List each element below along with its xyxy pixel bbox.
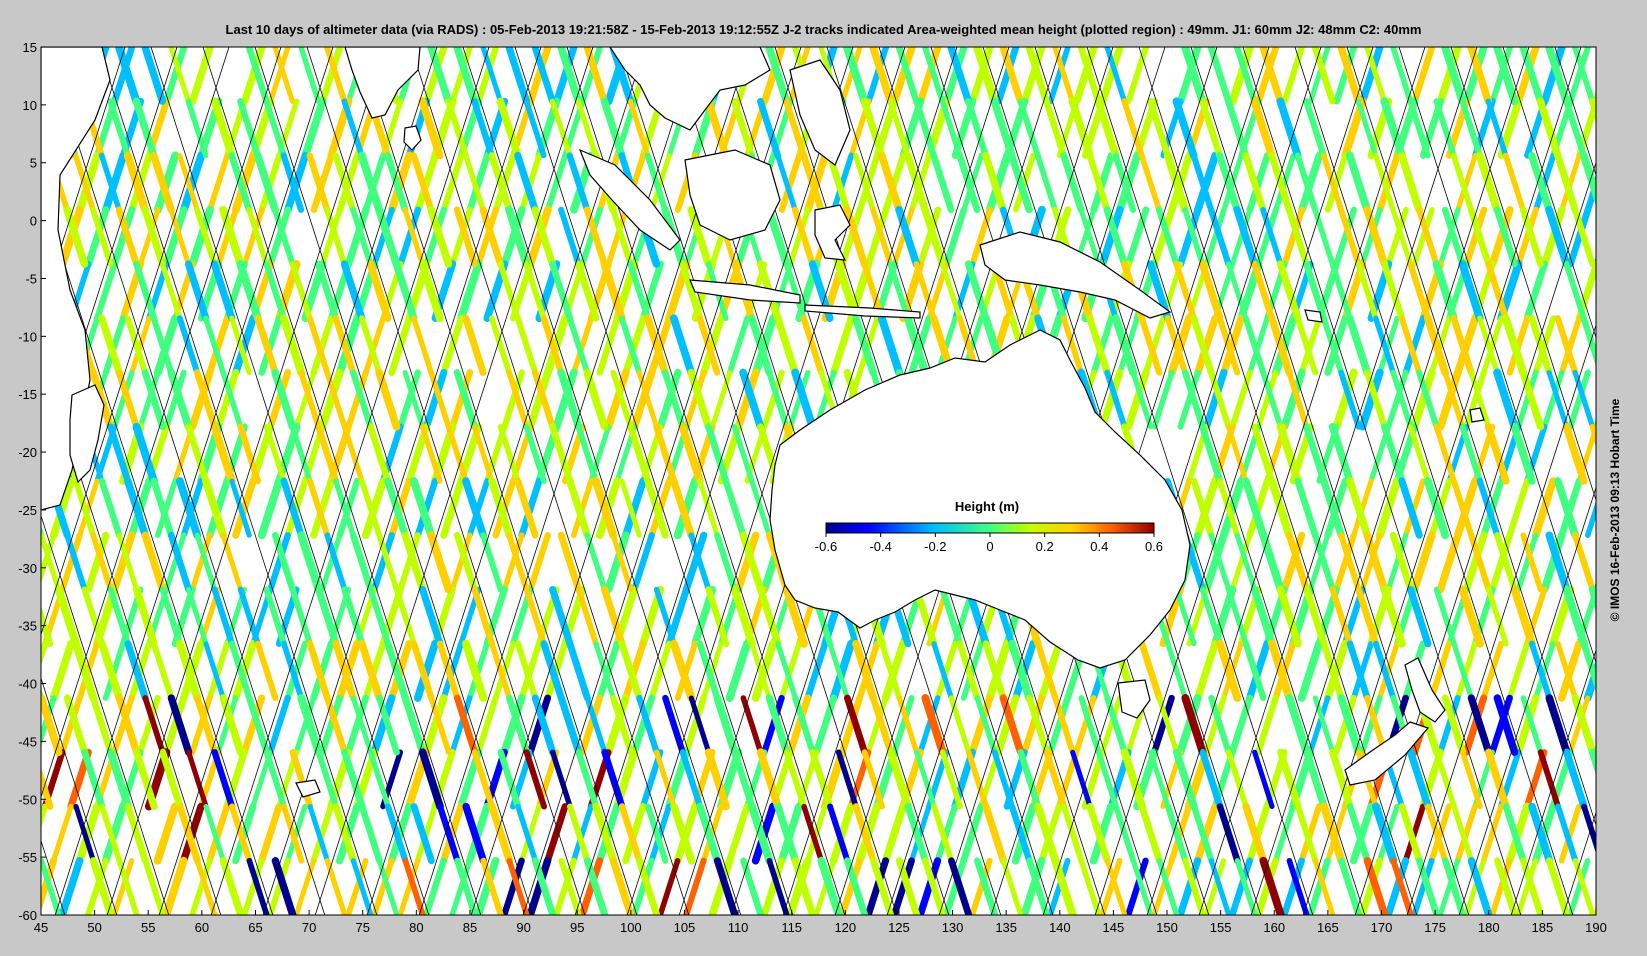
y-tick-label: 0 bbox=[30, 214, 37, 229]
x-tick-label: 135 bbox=[995, 920, 1017, 935]
y-tick-label: -5 bbox=[25, 271, 37, 286]
x-tick-label: 100 bbox=[620, 920, 642, 935]
x-tick-label: 130 bbox=[942, 920, 964, 935]
y-tick-label: -60 bbox=[18, 908, 37, 923]
x-tick-label: 80 bbox=[409, 920, 423, 935]
y-tick-label: -50 bbox=[18, 792, 37, 807]
x-tick-label: 170 bbox=[1371, 920, 1393, 935]
colorbar-tick-label: 0 bbox=[986, 539, 993, 554]
colorbar-tick-label: -0.2 bbox=[924, 539, 946, 554]
y-tick-label: 15 bbox=[23, 40, 37, 55]
y-tick-label: -15 bbox=[18, 387, 37, 402]
y-tick-label: -10 bbox=[18, 329, 37, 344]
y-tick-label: -55 bbox=[18, 850, 37, 865]
y-tick-label: -30 bbox=[18, 561, 37, 576]
x-tick-label: 115 bbox=[781, 920, 802, 935]
x-tick-label: 55 bbox=[141, 920, 155, 935]
y-tick-label: 10 bbox=[23, 98, 37, 113]
y-tick-label: -25 bbox=[18, 503, 37, 518]
colorbar-tick-label: 0.2 bbox=[1036, 539, 1054, 554]
credit-text: © IMOS 16-Feb-2013 09:13 Hobart Time bbox=[1608, 398, 1622, 622]
x-tick-label: 180 bbox=[1478, 920, 1500, 935]
colorbar-tick-label: 0.4 bbox=[1090, 539, 1108, 554]
colorbar-tick-label: -0.4 bbox=[869, 539, 891, 554]
colorbar-tick-label: 0.6 bbox=[1145, 539, 1163, 554]
x-tick-label: 125 bbox=[888, 920, 910, 935]
x-tick-label: 175 bbox=[1424, 920, 1446, 935]
x-tick-label: 85 bbox=[463, 920, 477, 935]
x-tick-label: 65 bbox=[248, 920, 262, 935]
x-tick-label: 155 bbox=[1210, 920, 1232, 935]
y-tick-label: -40 bbox=[18, 677, 37, 692]
x-tick-label: 50 bbox=[87, 920, 101, 935]
y-tick-label: -45 bbox=[18, 734, 37, 749]
x-tick-label: 150 bbox=[1156, 920, 1178, 935]
x-tick-label: 165 bbox=[1317, 920, 1339, 935]
altimeter-map: 45 50 55 60 65 70 75 80 85 90 95 100 105 110 115 120 125… bbox=[18, 40, 1607, 935]
x-tick-label: 110 bbox=[728, 920, 749, 935]
x-tick-label: 75 bbox=[355, 920, 369, 935]
x-tick-label: 160 bbox=[1263, 920, 1285, 935]
x-tick-label: 120 bbox=[834, 920, 856, 935]
x-tick-label: 190 bbox=[1585, 920, 1607, 935]
x-tick-label: 95 bbox=[570, 920, 584, 935]
y-tick-label: -20 bbox=[18, 445, 37, 460]
colorbar-ramp bbox=[825, 522, 1155, 534]
colorbar-tick-label: -0.6 bbox=[815, 539, 837, 554]
y-tick-label: -35 bbox=[18, 619, 37, 634]
x-tick-label: 105 bbox=[674, 920, 696, 935]
x-tick-label: 60 bbox=[195, 920, 209, 935]
x-tick-label: 185 bbox=[1532, 920, 1554, 935]
x-tick-label: 70 bbox=[302, 920, 316, 935]
y-tick-label: 5 bbox=[30, 156, 37, 171]
colorbar-label: Height (m) bbox=[955, 499, 1019, 514]
x-tick-label: 140 bbox=[1049, 920, 1071, 935]
x-tick-label: 90 bbox=[516, 920, 530, 935]
x-tick-label: 145 bbox=[1103, 920, 1125, 935]
